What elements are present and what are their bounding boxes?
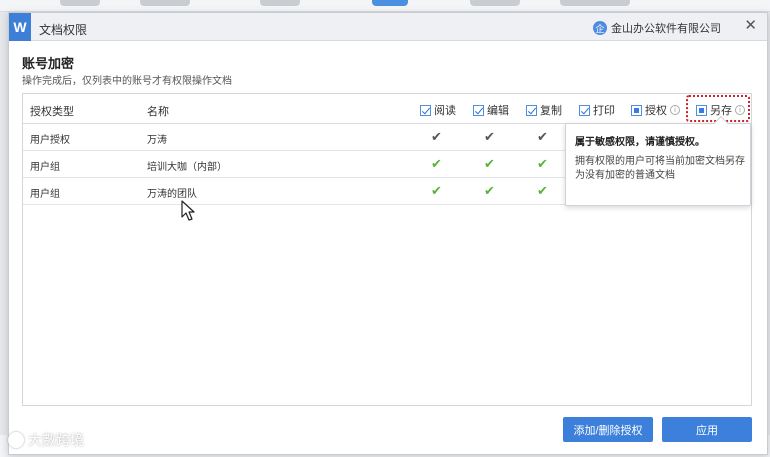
tooltip-title: 属于敏感权限，请谨慎授权。 <box>575 137 705 148</box>
background-tab <box>560 0 630 6</box>
permission-read-checkbox[interactable]: 阅读 <box>420 102 456 118</box>
watermark-logo-icon <box>8 432 24 448</box>
permission-label: 阅读 <box>434 105 456 117</box>
background-tab <box>60 0 100 6</box>
company-icon: 企 <box>593 21 607 35</box>
section-description: 操作完成后，仅列表中的账号才有权限操作文档 <box>22 76 232 87</box>
company-info: 企 金山办公软件有限公司 <box>593 20 721 36</box>
checkbox-icon <box>579 104 590 116</box>
checkbox-icon <box>473 104 484 116</box>
watermark-text: 大數跨境 <box>28 432 84 448</box>
checkbox-icon <box>631 104 642 116</box>
mouse-cursor-icon <box>181 200 195 221</box>
check-icon: ✔ <box>431 129 442 144</box>
apply-button[interactable]: 应用 <box>662 417 752 442</box>
permission-label: 打印 <box>593 105 615 117</box>
permission-label: 复制 <box>540 105 562 117</box>
permission-print-checkbox[interactable]: 打印 <box>579 102 615 118</box>
info-icon[interactable]: i <box>670 105 680 115</box>
close-button[interactable]: ✕ <box>744 18 757 34</box>
tooltip-body: 拥有权限的用户可将当前加密文档另存为没有加密的普通文档 <box>575 156 745 181</box>
company-name: 金山办公软件有限公司 <box>611 23 721 35</box>
row-name: 万涛 <box>147 135 167 146</box>
background-tab <box>470 0 520 6</box>
dialog-titlebar: W 文档权限 企 金山办公软件有限公司 ✕ <box>9 13 767 41</box>
column-header-type: 授权类型 <box>30 106 74 118</box>
check-icon: ✔ <box>484 156 495 171</box>
permission-label: 授权 <box>645 105 667 117</box>
watermark: 大數跨境 <box>8 430 84 450</box>
row-name: 万涛的团队 <box>147 189 197 200</box>
background-tab-active <box>372 0 408 6</box>
table-header: 授权类型 名称 阅读 编辑 复制 打印 授权 i 另存 i <box>23 94 751 124</box>
permission-authorize-checkbox[interactable]: 授权 i <box>631 102 680 118</box>
check-icon: ✔ <box>484 183 495 198</box>
checkbox-icon <box>526 104 537 116</box>
section-title: 账号加密 <box>22 56 75 71</box>
wps-logo-icon: W <box>9 13 31 41</box>
checkbox-icon <box>420 104 431 116</box>
row-name: 培训大咖（内部） <box>147 162 227 173</box>
add-remove-permission-button[interactable]: 添加/删除授权 <box>563 417 653 442</box>
check-icon: ✔ <box>537 183 548 198</box>
check-icon: ✔ <box>537 129 548 144</box>
background-tab <box>140 0 190 6</box>
permission-label: 编辑 <box>487 105 509 117</box>
row-type: 用户组 <box>30 189 60 200</box>
row-type: 用户授权 <box>30 135 70 146</box>
column-header-name: 名称 <box>147 106 169 118</box>
sensitive-permission-tooltip: 属于敏感权限，请谨慎授权。 拥有权限的用户可将当前加密文档另存为没有加密的普通文… <box>565 115 751 206</box>
background-toolbar <box>0 0 770 12</box>
permission-copy-checkbox[interactable]: 复制 <box>526 102 562 118</box>
check-icon: ✔ <box>537 156 548 171</box>
permission-edit-checkbox[interactable]: 编辑 <box>473 102 509 118</box>
row-type: 用户组 <box>30 162 60 173</box>
document-permission-dialog: W 文档权限 企 金山办公软件有限公司 ✕ 账号加密 操作完成后，仅列表中的账号… <box>8 12 768 455</box>
check-icon: ✔ <box>431 156 442 171</box>
background-tab <box>260 0 300 6</box>
check-icon: ✔ <box>431 183 442 198</box>
check-icon: ✔ <box>484 129 495 144</box>
dialog-title: 文档权限 <box>39 23 88 37</box>
